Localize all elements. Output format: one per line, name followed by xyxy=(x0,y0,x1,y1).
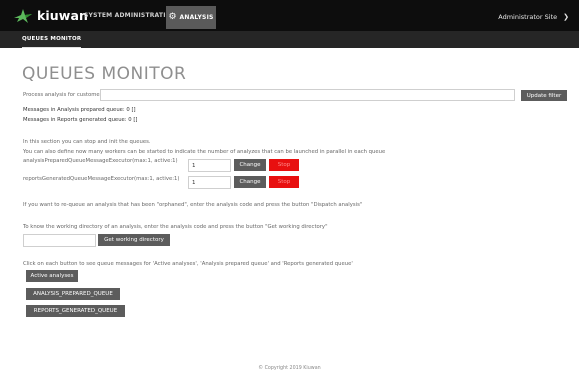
footer-copyright: © Copyright 2019 Kiuwan xyxy=(258,366,321,371)
customers-filter-input[interactable] xyxy=(100,89,515,101)
executor2-label: reportsGeneratedQueueMessageExecutor(max… xyxy=(23,176,180,182)
gear-icon: ⚙ xyxy=(168,12,177,22)
workdir-instructions: To know the working directory of an anal… xyxy=(23,224,328,230)
executor1-label: analysisPreparedQueueMessageExecutor(max… xyxy=(23,158,178,164)
nav-analysis[interactable]: ⚙ ANALYSIS xyxy=(166,6,216,29)
executor1-workers-input[interactable]: 1 xyxy=(188,159,231,172)
analysis-code-input[interactable] xyxy=(23,234,96,247)
executor2-change-button[interactable]: Change xyxy=(234,176,266,188)
admin-site-label: Administrator Site xyxy=(498,13,558,21)
requeue-instructions: If you want to re-queue an analysis that… xyxy=(23,202,363,208)
msg-prepared-queue: Messages in Analysis prepared queue: 0 [… xyxy=(23,107,136,113)
tab-queues-monitor[interactable]: QUEUES MONITOR xyxy=(22,31,82,48)
update-filter-button[interactable]: Update filter xyxy=(521,90,567,101)
reports-generated-queue-button[interactable]: REPORTS_GENERATED_QUEUE xyxy=(26,305,125,317)
get-working-directory-button[interactable]: Get working directory xyxy=(98,234,170,246)
msg-generated-queue: Messages in Reports generated queue: 0 [… xyxy=(23,117,138,123)
page-title: QUEUES MONITOR xyxy=(22,64,187,84)
queue-buttons-instructions: Click on each button to see queue messag… xyxy=(23,261,353,267)
process-label: Process analysis for customers: xyxy=(23,92,107,98)
active-analyses-button[interactable]: Active analyses xyxy=(26,270,78,282)
executor2-workers-input[interactable]: 1 xyxy=(188,176,231,189)
chevron-down-icon: ❯ xyxy=(563,13,569,21)
top-navbar: kiuwan SYSTEM ADMINISTRATION ⚙ ANALYSIS … xyxy=(0,0,579,31)
logo-text: kiuwan xyxy=(37,8,88,23)
executor1-stop-button[interactable]: Stop xyxy=(269,159,299,171)
executor1-change-button[interactable]: Change xyxy=(234,159,266,171)
executor2-stop-button[interactable]: Stop xyxy=(269,176,299,188)
analysis-prepared-queue-button[interactable]: ANALYSIS_PREPARED_QUEUE xyxy=(26,288,120,300)
kiuwan-logo[interactable]: kiuwan xyxy=(14,8,88,23)
kiuwan-logo-icon xyxy=(14,8,32,23)
admin-site-menu[interactable]: Administrator Site ❯ xyxy=(498,13,569,21)
nav-system-administration[interactable]: SYSTEM ADMINISTRATION xyxy=(84,12,176,19)
workers-intro-1: In this section you can stop and init th… xyxy=(23,139,151,145)
workers-intro-2: You can also define now many workers can… xyxy=(23,149,386,155)
nav-analysis-label: ANALYSIS xyxy=(179,14,214,21)
sub-navbar: QUEUES MONITOR xyxy=(0,31,579,48)
